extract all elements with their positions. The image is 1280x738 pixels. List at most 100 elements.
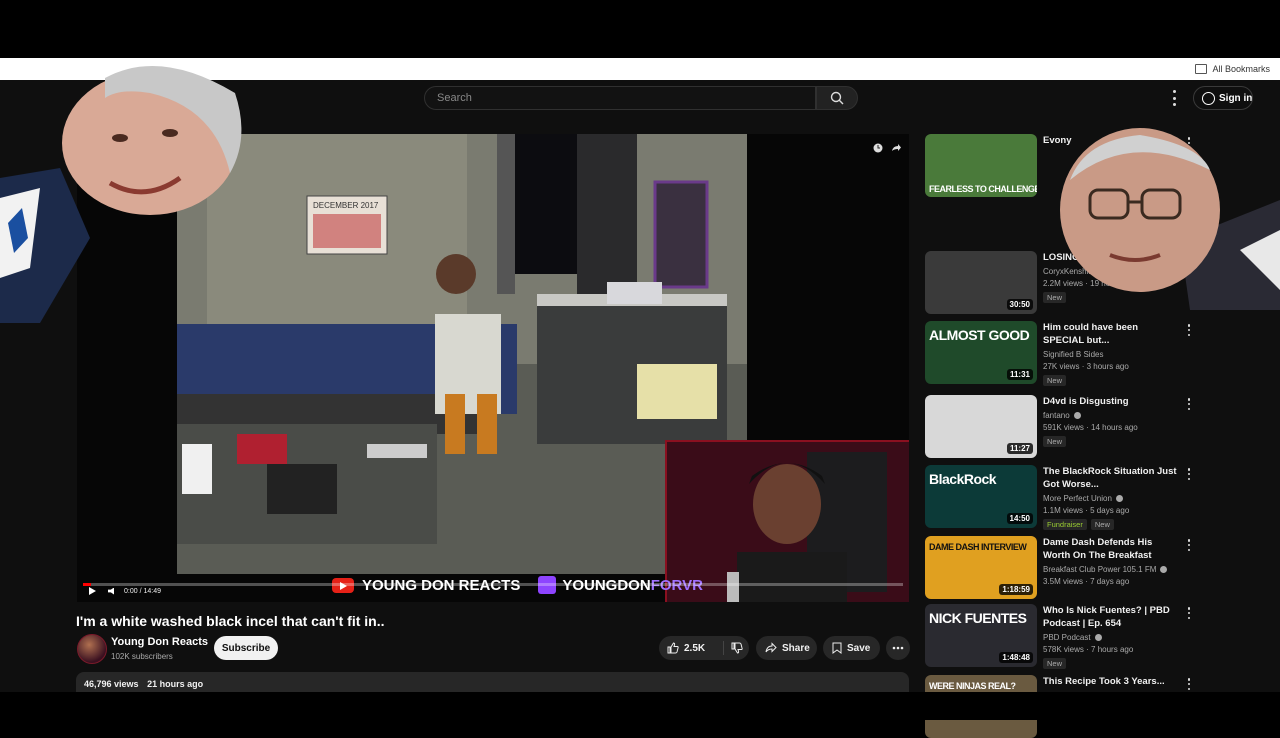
sign-in-button[interactable]: Sign in <box>1193 86 1253 110</box>
search-box[interactable] <box>424 86 816 110</box>
search-button[interactable] <box>816 86 858 110</box>
recommended-channel[interactable]: More Perfect Union <box>1043 494 1177 503</box>
letterbox-bottom <box>0 692 1280 720</box>
overlay-cutout-right-man <box>1060 128 1280 310</box>
recommended-title[interactable]: This Recipe Took 3 Years... <box>1043 675 1177 688</box>
recommended-channel[interactable]: PBD Podcast <box>1043 633 1177 642</box>
watch-later-icon[interactable] <box>873 140 883 153</box>
channel-label: Signified B Sides <box>1043 350 1104 359</box>
thumbnail-caption: DAME DASH INTERVIEW <box>929 542 1027 552</box>
progress-bar[interactable] <box>83 583 903 586</box>
recommended-views: 1.1M views <box>1043 506 1084 515</box>
settings-menu-button[interactable] <box>1168 90 1180 106</box>
recommended-thumbnail[interactable]: BlackRock 14:50 <box>925 465 1037 528</box>
bookmark-icon <box>832 642 842 654</box>
recommended-info: Dame Dash Defends His Worth On The Break… <box>1043 536 1177 586</box>
more-actions-button[interactable] <box>886 636 910 660</box>
recommended-views: 3.5M views <box>1043 577 1084 586</box>
recommended-age: 7 hours ago <box>1091 645 1134 654</box>
like-dislike-group: 2.5K <box>659 636 749 660</box>
recommended-meta: 3.5M views · 7 days ago <box>1043 577 1130 586</box>
recommended-thumbnail[interactable]: ALMOST GOOD 11:31 <box>925 321 1037 384</box>
recommended-menu-button[interactable] <box>1186 678 1192 690</box>
recommended-thumbnail[interactable]: 30:50 <box>925 251 1037 314</box>
video-duration: 11:31 <box>1006 369 1033 380</box>
recommended-menu-button[interactable] <box>1186 607 1192 619</box>
subscribe-button[interactable]: Subscribe <box>214 636 278 660</box>
video-duration: 11:27 <box>1006 443 1033 454</box>
recommended-title[interactable]: D4vd is Disgusting <box>1043 395 1177 408</box>
recommended-age: 14 hours ago <box>1091 423 1138 432</box>
status-badge: New <box>1090 519 1114 530</box>
account-icon <box>1202 91 1215 105</box>
status-badge: Fundraiser <box>1043 519 1087 530</box>
thumbs-down-icon <box>731 642 743 654</box>
all-bookmarks-button[interactable]: All Bookmarks <box>1212 64 1270 74</box>
progress-fill <box>83 583 92 586</box>
search-input[interactable] <box>435 91 815 105</box>
time-total: 14:49 <box>143 587 161 595</box>
folder-icon <box>1195 64 1208 74</box>
video-title: I'm a white washed black incel that can'… <box>76 613 385 629</box>
recommended-info: Who Is Nick Fuentes? | PBD Podcast | Ep.… <box>1043 604 1177 669</box>
sign-in-label: Sign in <box>1219 92 1253 104</box>
share-button[interactable]: Share <box>756 636 817 660</box>
recommended-thumbnail[interactable]: DAME DASH INTERVIEW 1:18:59 <box>925 536 1037 599</box>
like-button[interactable]: 2.5K <box>659 641 724 655</box>
recommended-menu-button[interactable] <box>1186 468 1192 480</box>
recommended-channel[interactable]: fantano <box>1043 411 1177 420</box>
thumbs-up-icon <box>667 642 679 654</box>
recommended-channel[interactable]: Breakfast Club Power 105.1 FM <box>1043 565 1177 574</box>
recommended-meta: 591K views · 14 hours ago <box>1043 423 1138 432</box>
upload-date: 21 hours ago <box>147 679 204 689</box>
like-count: 2.5K <box>684 642 706 654</box>
description-box[interactable]: 46,796 views 21 hours ago <box>76 672 909 692</box>
recommended-thumbnail[interactable]: 11:27 <box>925 395 1037 458</box>
recommended-age: 3 hours ago <box>1086 362 1129 371</box>
thumbnail-caption: WERE NINJAS REAL? <box>929 681 1016 691</box>
channel-label: PBD Podcast <box>1043 633 1091 642</box>
recommended-title[interactable]: Him could have been SPECIAL but... <box>1043 321 1177 347</box>
recommended-title[interactable]: The BlackRock Situation Just Got Worse..… <box>1043 465 1177 491</box>
player-controls: 0:00 / 14:49 <box>89 587 161 595</box>
recommended-channel[interactable]: Signified B Sides <box>1043 350 1177 359</box>
channel-label: Breakfast Club Power 105.1 FM <box>1043 565 1157 574</box>
calendar-label: DECEMBER 2017 <box>313 201 379 210</box>
save-button[interactable]: Save <box>823 636 880 660</box>
recommended-info: Him could have been SPECIAL but... Signif… <box>1043 321 1177 386</box>
more-horizontal-icon <box>892 646 904 650</box>
play-icon[interactable] <box>89 587 96 595</box>
recommended-thumbnail[interactable]: FEARLESS TO CHALLENGE <box>925 134 1037 197</box>
channel-avatar[interactable] <box>77 634 107 664</box>
player-top-icons <box>873 140 901 153</box>
recommended-title[interactable]: Dame Dash Defends His Worth On The Break… <box>1043 536 1177 562</box>
thumbnail-caption: NICK FUENTES <box>929 610 1027 626</box>
verified-check-icon <box>1115 495 1123 502</box>
subscriber-count: 102K subscribers <box>111 652 173 661</box>
recommended-age: 5 days ago <box>1090 506 1130 515</box>
share-arrow-icon[interactable] <box>891 140 901 151</box>
channel-label: More Perfect Union <box>1043 494 1112 503</box>
view-count: 46,796 views <box>84 679 139 689</box>
verified-check-icon <box>1160 566 1168 573</box>
recommended-thumbnail[interactable]: NICK FUENTES 1:48:48 <box>925 604 1037 667</box>
volume-icon[interactable] <box>108 587 114 595</box>
badge-row: New <box>1043 375 1177 386</box>
thumbnail-caption: ALMOST GOOD <box>929 327 1030 343</box>
recommended-views: 578K views <box>1043 645 1084 654</box>
recommended-views: 591K views <box>1043 423 1084 432</box>
thumbnail-caption: BlackRock <box>929 471 997 487</box>
badge-row: Fundraiser New <box>1043 519 1177 530</box>
video-duration: 1:48:48 <box>999 652 1033 663</box>
thumbnail-caption: FEARLESS TO CHALLENGE <box>929 184 1037 194</box>
video-frame-bedroom-scene: DECEMBER 2017 <box>177 134 747 574</box>
recommended-menu-button[interactable] <box>1186 324 1192 336</box>
dislike-button[interactable] <box>724 642 749 654</box>
status-badge: New <box>1043 375 1067 386</box>
recommended-menu-button[interactable] <box>1186 398 1192 410</box>
recommended-views: 27K views <box>1043 362 1080 371</box>
recommended-info: The BlackRock Situation Just Got Worse..… <box>1043 465 1177 530</box>
recommended-title[interactable]: Who Is Nick Fuentes? | PBD Podcast | Ep.… <box>1043 604 1177 630</box>
channel-name[interactable]: Young Don Reacts <box>111 636 208 648</box>
recommended-menu-button[interactable] <box>1186 539 1192 551</box>
